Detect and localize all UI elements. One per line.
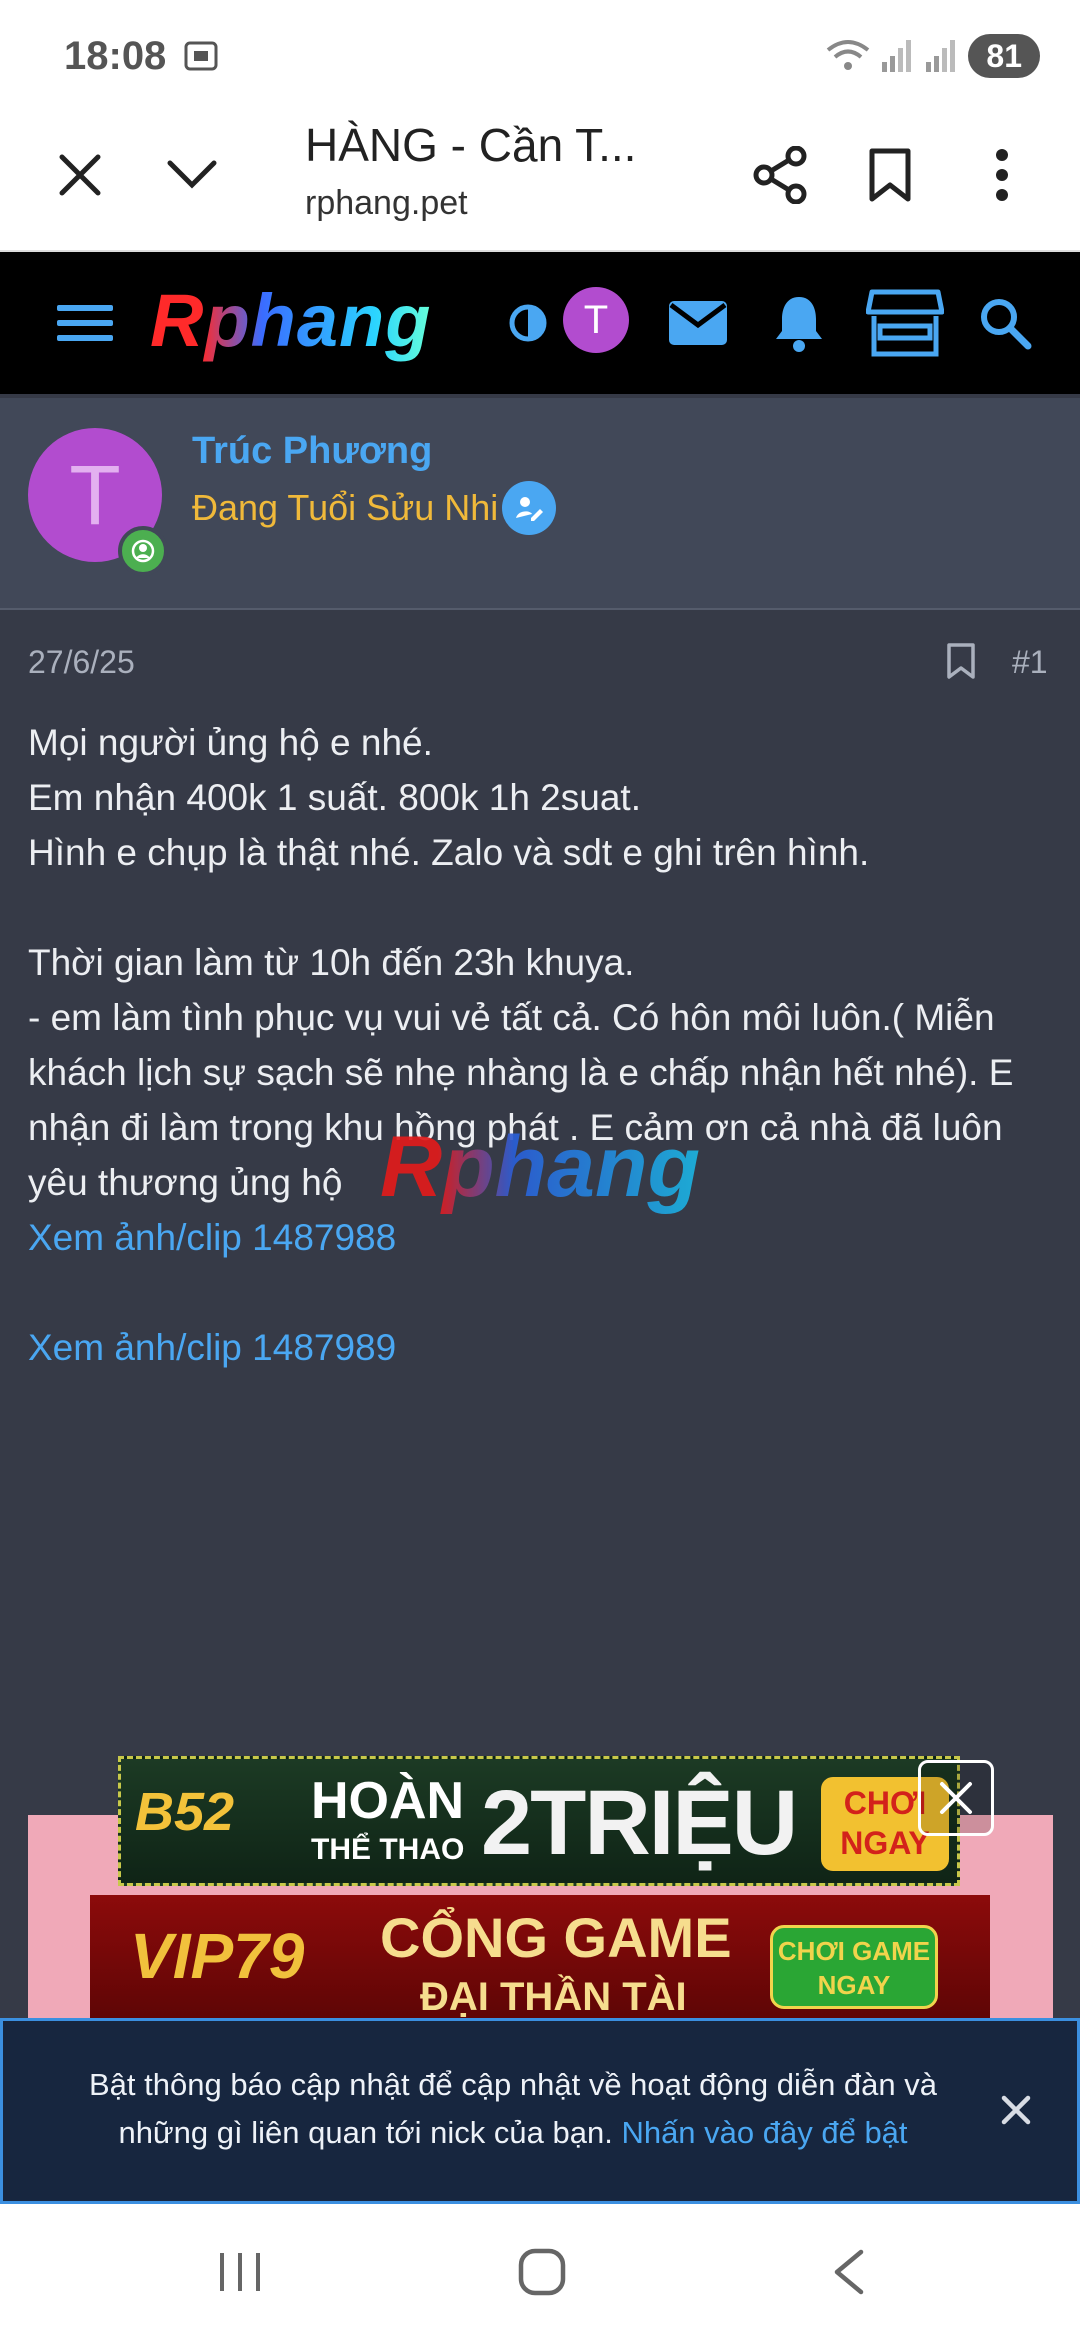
screenshot-icon xyxy=(184,41,218,71)
page-domain: rphang.pet xyxy=(305,184,468,222)
wifi-icon xyxy=(827,40,870,70)
store-button[interactable] xyxy=(862,252,948,394)
ad-b52-subline: THỂ THAO xyxy=(311,1833,465,1866)
bookmark-button[interactable] xyxy=(850,140,930,210)
store-icon xyxy=(866,289,944,357)
verified-badge-icon xyxy=(502,481,556,535)
browser-toolbar: HÀNG - Cần T... rphang.pet xyxy=(0,100,1080,252)
page-title: HÀNG - Cần T... xyxy=(305,119,637,171)
notification-banner: Bật thông báo cập nhật để cập nhật về ho… xyxy=(0,2018,1080,2204)
bookmark-icon xyxy=(947,643,975,679)
account-avatar[interactable]: T xyxy=(563,287,629,353)
post-line: Thời gian làm từ 10h đến 23h khuya. xyxy=(28,942,635,983)
search-button[interactable] xyxy=(970,252,1040,394)
more-vertical-icon xyxy=(996,149,1008,201)
mail-icon xyxy=(669,301,727,345)
signal-icon xyxy=(882,40,912,72)
notification-text: Bật thông báo cập nhật để cập nhật về ho… xyxy=(63,2061,963,2157)
ad-b52-amount: 2TRIỆU xyxy=(481,1772,798,1874)
menu-button[interactable] xyxy=(50,252,120,394)
theme-toggle-button[interactable] xyxy=(500,252,556,394)
ad-banner-vip[interactable]: VIP79 CỔNG GAME ĐẠI THẦN TÀI CHƠI GAME N… xyxy=(90,1895,990,2020)
post-line: Em nhận 400k 1 suất. 800k 1h 2suat. xyxy=(28,777,641,818)
close-icon xyxy=(1001,2095,1031,2125)
recent-apps-button[interactable] xyxy=(200,2204,280,2340)
battery-badge: 81 xyxy=(968,34,1040,78)
user-icon xyxy=(131,539,155,563)
ad-b52-headline: HOÀN xyxy=(311,1772,465,1830)
notification-close-button[interactable] xyxy=(993,2087,1039,2133)
online-status-icon xyxy=(118,526,168,576)
media-link-2[interactable]: Xem ảnh/clip 1487989 xyxy=(28,1320,1058,1375)
ad-vip-subline: ĐẠI THẦN TÀI xyxy=(420,1975,687,2019)
close-icon xyxy=(59,154,101,196)
post-number[interactable]: #1 xyxy=(1012,644,1048,681)
ad-vip-cta[interactable]: CHƠI GAME NGAY xyxy=(770,1925,938,2009)
close-tab-button[interactable] xyxy=(40,140,120,210)
ad-b52-logo: B52 xyxy=(135,1782,235,1842)
search-icon xyxy=(981,299,1032,350)
watermark-logo: Rphang xyxy=(380,1119,701,1215)
site-logo[interactable]: Rphang xyxy=(150,278,431,363)
more-options-button[interactable] xyxy=(962,140,1042,210)
share-icon xyxy=(753,146,807,204)
user-edit-icon xyxy=(516,497,543,521)
status-bar: 18:08 81 xyxy=(0,0,1080,100)
signal-icon-2 xyxy=(926,40,956,72)
ad-vip-logo: VIP79 xyxy=(130,1920,305,1992)
back-button[interactable] xyxy=(808,2204,888,2340)
enable-notifications-link[interactable]: Nhấn vào đây để bật xyxy=(621,2115,907,2150)
ad-banner-b52[interactable]: B52 HOÀN THỂ THAO 2TRIỆU CHƠI NGAY xyxy=(118,1756,960,1886)
minimize-tab-button[interactable] xyxy=(152,140,232,210)
post-line: Hình e chụp là thật nhé. Zalo và sdt e g… xyxy=(28,832,870,873)
bell-icon xyxy=(776,297,822,352)
ad-vip-headline: CỔNG GAME xyxy=(380,1906,732,1969)
post-date[interactable]: 27/6/25 xyxy=(28,644,135,681)
recent-apps-icon xyxy=(220,2253,260,2291)
status-indicators: 81 xyxy=(826,34,1040,78)
ad-close-button[interactable] xyxy=(918,1760,994,1836)
hamburger-icon xyxy=(57,305,113,341)
author-rank: Đang Tuổi Sửu Nhi xyxy=(192,487,499,528)
chevron-down-icon xyxy=(167,160,217,189)
home-icon xyxy=(518,2248,566,2296)
media-link-1[interactable]: Xem ảnh/clip 1487988 xyxy=(28,1210,1058,1265)
close-icon xyxy=(940,1782,972,1814)
bookmark-icon xyxy=(869,148,911,202)
post-bookmark-button[interactable] xyxy=(946,642,976,685)
status-time: 18:08 xyxy=(64,34,167,78)
inbox-button[interactable] xyxy=(660,252,736,394)
share-button[interactable] xyxy=(740,140,820,210)
back-icon xyxy=(834,2249,864,2295)
system-navigation-bar xyxy=(0,2204,1080,2340)
post-line: Mọi người ủng hộ e nhé. xyxy=(28,722,433,763)
post-body: Mọi người ủng hộ e nhé. Em nhận 400k 1 s… xyxy=(28,715,1058,1375)
author-name[interactable]: Trúc Phương xyxy=(192,430,432,473)
contrast-icon xyxy=(509,304,547,342)
alerts-button[interactable] xyxy=(764,252,834,394)
home-button[interactable] xyxy=(500,2204,584,2340)
